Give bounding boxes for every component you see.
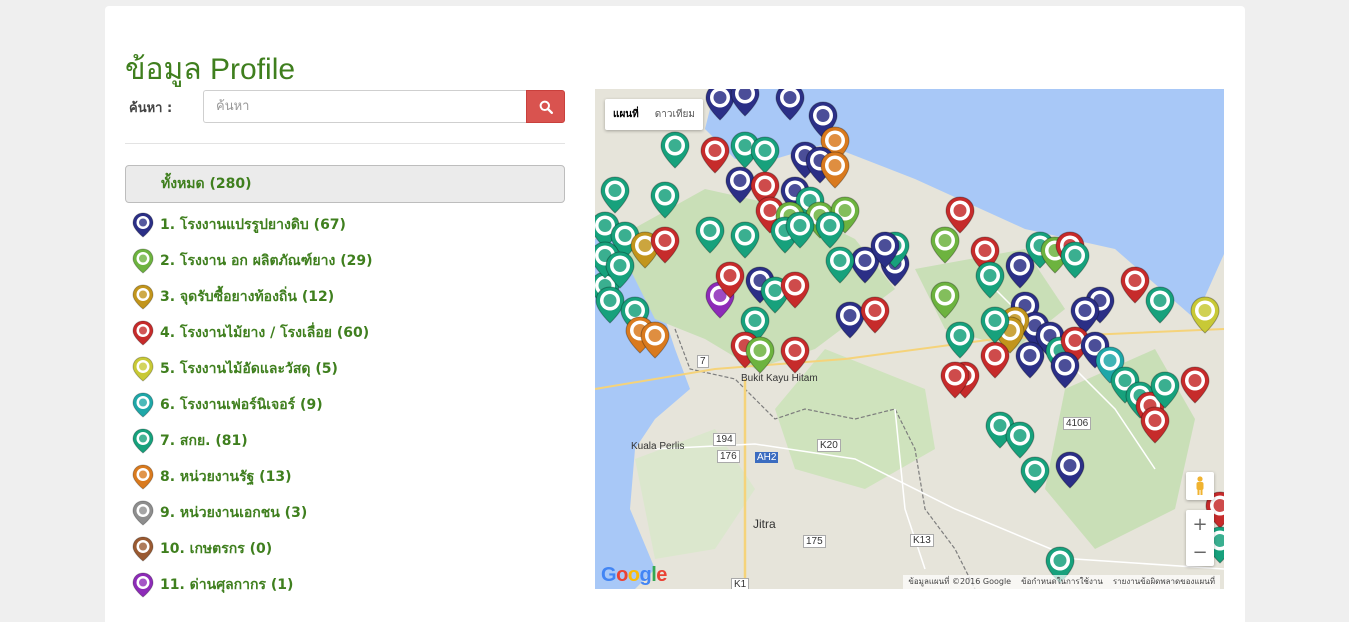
street-view-pegman[interactable] [1186,472,1214,500]
map-road-194: 194 [713,433,736,446]
people-pin-icon [132,500,154,526]
category-label: 5. โรงงานไม้อัดและวัสดุ (5) [160,361,338,377]
zoom-out-button[interactable]: − [1186,538,1214,566]
category-label: 6. โรงงานเฟอร์นิเจอร์ (9) [160,397,323,413]
map-type-satellite[interactable]: ดาวเทียม [647,99,703,130]
factory-pin-icon [132,320,154,346]
pegman-icon [1196,476,1204,495]
category-item[interactable]: 4. โรงงานไม้ยาง / โรงเลื่อย (60) [132,315,562,351]
category-label: 10. เกษตรกร (0) [160,541,273,557]
map-road-k1: K1 [731,578,750,589]
map-road-k20: K20 [817,439,841,452]
map-label-jitra: Jitra [753,517,776,531]
factory-pin-icon [132,392,154,418]
category-label: 9. หน่วยงานเอกชน (3) [160,505,308,521]
category-item[interactable]: 3. จุดรับซื้อยางท้องถิ่น (12) [132,279,562,315]
map-road-7: 7 [697,355,709,368]
category-label: 11. ด่านศุลกากร (1) [160,577,294,593]
map-type-control: แผนที่ ดาวเทียม [605,99,703,130]
map-label-bukit-kayu-hitam: Bukit Kayu Hitam [741,373,818,384]
category-item[interactable]: 8. หน่วยงานรัฐ (13) [132,459,562,495]
emblem-pin-icon [132,428,154,454]
map-road-ah2: AH2 [755,452,779,463]
map-road-k13: K13 [910,534,934,547]
map[interactable]: Bukit Kayu Hitam Kuala Perlis Jitra 4106… [595,89,1224,589]
category-label: 7. สกย. (81) [160,433,248,449]
map-footer-report[interactable]: รายงานข้อผิดพลาดของแผนที่ [1108,575,1220,589]
category-list: 1. โรงงานแปรรูปยางดิบ (67) 2. โรงงาน อก ผ… [132,207,562,603]
category-item[interactable]: 10. เกษตรกร (0) [132,531,562,567]
search-input[interactable] [203,90,526,123]
factory-pin-icon [132,212,154,238]
map-road-176: 176 [717,450,740,463]
government-pin-icon [132,464,154,490]
factory-pin-icon [132,356,154,382]
category-item[interactable]: 9. หน่วยงานเอกชน (3) [132,495,562,531]
category-item[interactable]: 5. โรงงานไม้อัดและวัสดุ (5) [132,351,562,387]
map-road-175: 175 [803,535,826,548]
category-label: 4. โรงงานไม้ยาง / โรงเลื่อย (60) [160,325,370,341]
zoom-in-button[interactable]: + [1186,510,1214,538]
map-footer: ข้อมูลแผนที่ ©2016 Google ข้อกำหนดในการใ… [903,575,1220,589]
search-button[interactable] [526,90,565,123]
category-item[interactable]: 1. โรงงานแปรรูปยางดิบ (67) [132,207,562,243]
category-label: 3. จุดรับซื้อยางท้องถิ่น (12) [160,289,335,305]
category-item[interactable]: 11. ด่านศุลกากร (1) [132,567,562,603]
zoom-control: + − [1186,510,1214,566]
farmer-pin-icon [132,536,154,562]
category-all[interactable]: ทั้งหมด (280) [125,165,565,203]
category-label: 1. โรงงานแปรรูปยางดิบ (67) [160,217,346,233]
category-all-label: ทั้งหมด (280) [161,176,252,192]
search-icon [539,100,553,114]
factory-pin-icon [132,248,154,274]
category-label: 2. โรงงาน อก ผลิตภัณฑ์ยาง (29) [160,253,373,269]
map-footer-terms[interactable]: ข้อกำหนดในการใช้งาน [1016,575,1108,589]
market-pin-icon [132,284,154,310]
map-type-map[interactable]: แผนที่ [605,99,647,130]
map-footer-data: ข้อมูลแผนที่ ©2016 Google [908,577,1012,586]
map-base [595,89,1224,589]
profile-card: ข้อมูล Profile ค้นหา : ทั้งหมด (280) 1. … [105,6,1245,622]
category-item[interactable]: 6. โรงงานเฟอร์นิเจอร์ (9) [132,387,562,423]
map-label-kuala-perlis: Kuala Perlis [631,441,685,452]
map-road-4106: 4106 [1063,417,1092,430]
search-label: ค้นหา : [129,101,173,116]
customs-pin-icon [132,572,154,598]
category-item[interactable]: 7. สกย. (81) [132,423,562,459]
category-item[interactable]: 2. โรงงาน อก ผลิตภัณฑ์ยาง (29) [132,243,562,279]
page-title: ข้อมูล Profile [125,53,296,86]
category-label: 8. หน่วยงานรัฐ (13) [160,469,292,485]
divider [125,143,565,144]
google-logo: Google [601,564,667,586]
